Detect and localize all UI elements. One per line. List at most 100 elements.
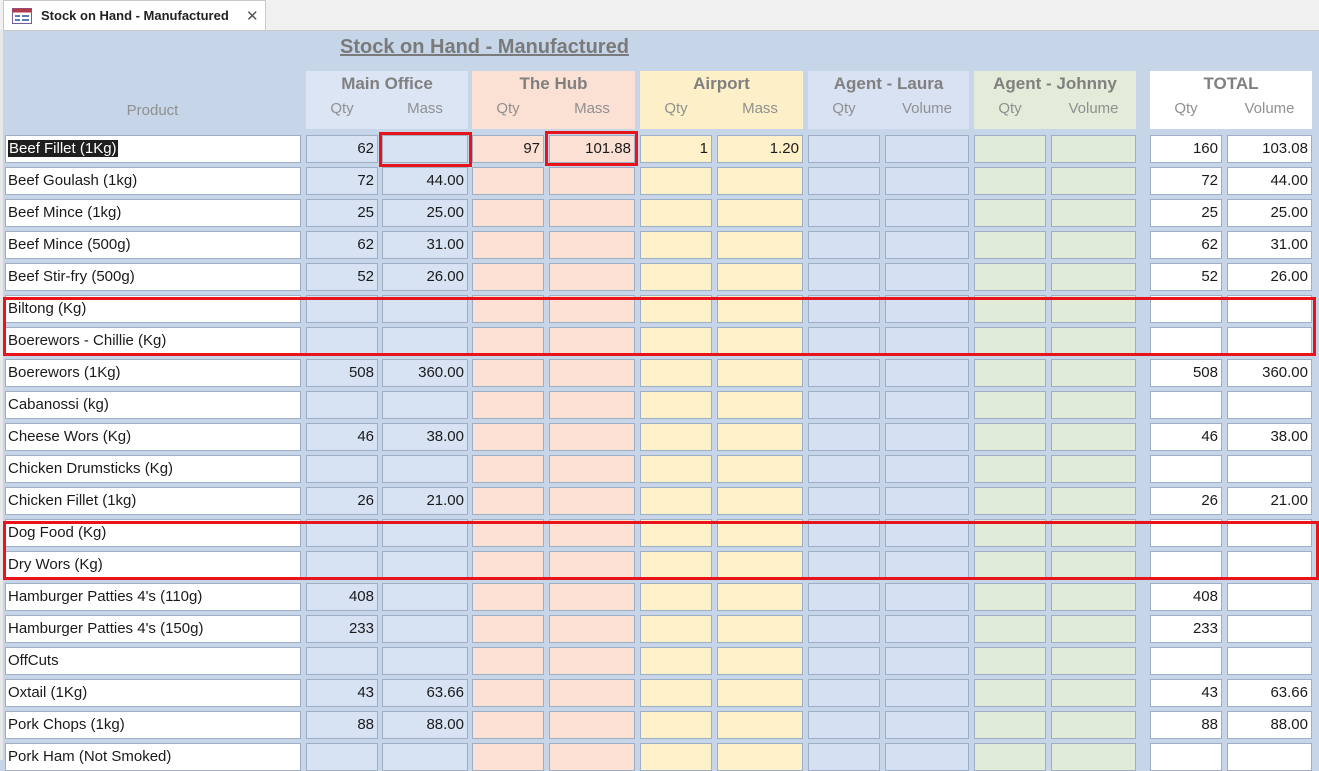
the-hub-mass-field[interactable] — [549, 743, 635, 771]
agent-laura-qty-field[interactable] — [808, 455, 880, 483]
airport-mass-field[interactable]: 1.20 — [717, 135, 803, 163]
airport-qty-field[interactable] — [640, 199, 712, 227]
the-hub-mass-field[interactable]: 101.88 — [549, 135, 635, 163]
agent-johnny-volume-field[interactable] — [1051, 743, 1136, 771]
agent-johnny-qty-field[interactable] — [974, 423, 1046, 451]
main-office-qty-field[interactable]: 43 — [306, 679, 378, 707]
total-volume-field[interactable]: 44.00 — [1227, 167, 1312, 195]
main-office-qty-field[interactable]: 62 — [306, 231, 378, 259]
agent-laura-qty-field[interactable] — [808, 391, 880, 419]
main-office-qty-field[interactable] — [306, 327, 378, 355]
product-name-field[interactable]: Pork Ham (Not Smoked) — [5, 743, 301, 771]
total-volume-field[interactable] — [1227, 551, 1312, 579]
the-hub-qty-field[interactable] — [472, 359, 544, 387]
the-hub-qty-field[interactable] — [472, 615, 544, 643]
agent-johnny-volume-field[interactable] — [1051, 199, 1136, 227]
airport-qty-field[interactable] — [640, 615, 712, 643]
airport-mass-field[interactable] — [717, 487, 803, 515]
total-volume-field[interactable]: 360.00 — [1227, 359, 1312, 387]
the-hub-mass-field[interactable] — [549, 359, 635, 387]
agent-laura-qty-field[interactable] — [808, 519, 880, 547]
agent-laura-qty-field[interactable] — [808, 263, 880, 291]
agent-laura-volume-field[interactable] — [885, 135, 969, 163]
main-office-mass-field[interactable] — [382, 551, 468, 579]
total-qty-field[interactable]: 408 — [1150, 583, 1222, 611]
agent-laura-volume-field[interactable] — [885, 679, 969, 707]
main-office-mass-field[interactable]: 21.00 — [382, 487, 468, 515]
the-hub-mass-field[interactable] — [549, 551, 635, 579]
agent-johnny-volume-field[interactable] — [1051, 615, 1136, 643]
agent-johnny-qty-field[interactable] — [974, 167, 1046, 195]
agent-johnny-qty-field[interactable] — [974, 519, 1046, 547]
agent-johnny-qty-field[interactable] — [974, 455, 1046, 483]
the-hub-qty-field[interactable] — [472, 167, 544, 195]
total-qty-field[interactable] — [1150, 743, 1222, 771]
main-office-mass-field[interactable]: 44.00 — [382, 167, 468, 195]
agent-johnny-qty-field[interactable] — [974, 359, 1046, 387]
close-icon[interactable]: ✕ — [246, 7, 259, 25]
agent-laura-qty-field[interactable] — [808, 359, 880, 387]
main-office-qty-field[interactable] — [306, 647, 378, 675]
total-volume-field[interactable] — [1227, 615, 1312, 643]
agent-johnny-volume-field[interactable] — [1051, 135, 1136, 163]
main-office-mass-field[interactable]: 360.00 — [382, 359, 468, 387]
airport-mass-field[interactable] — [717, 423, 803, 451]
agent-johnny-volume-field[interactable] — [1051, 583, 1136, 611]
the-hub-qty-field[interactable] — [472, 551, 544, 579]
product-name-field[interactable]: Hamburger Patties 4's (150g) — [5, 615, 301, 643]
agent-laura-volume-field[interactable] — [885, 391, 969, 419]
agent-johnny-qty-field[interactable] — [974, 743, 1046, 771]
agent-laura-qty-field[interactable] — [808, 743, 880, 771]
total-qty-field[interactable] — [1150, 551, 1222, 579]
agent-laura-volume-field[interactable] — [885, 295, 969, 323]
the-hub-qty-field[interactable] — [472, 583, 544, 611]
main-office-qty-field[interactable] — [306, 519, 378, 547]
airport-qty-field[interactable] — [640, 167, 712, 195]
airport-mass-field[interactable] — [717, 615, 803, 643]
product-name-field[interactable]: Boerewors - Chillie (Kg) — [5, 327, 301, 355]
the-hub-qty-field[interactable] — [472, 295, 544, 323]
total-volume-field[interactable] — [1227, 647, 1312, 675]
main-office-qty-field[interactable] — [306, 743, 378, 771]
agent-johnny-volume-field[interactable] — [1051, 263, 1136, 291]
airport-qty-field[interactable] — [640, 551, 712, 579]
total-qty-field[interactable]: 43 — [1150, 679, 1222, 707]
airport-mass-field[interactable] — [717, 263, 803, 291]
agent-johnny-volume-field[interactable] — [1051, 327, 1136, 355]
agent-johnny-qty-field[interactable] — [974, 615, 1046, 643]
agent-laura-qty-field[interactable] — [808, 583, 880, 611]
product-name-field[interactable]: Cheese Wors (Kg) — [5, 423, 301, 451]
the-hub-mass-field[interactable] — [549, 711, 635, 739]
airport-qty-field[interactable] — [640, 423, 712, 451]
total-volume-field[interactable] — [1227, 327, 1312, 355]
agent-johnny-qty-field[interactable] — [974, 231, 1046, 259]
product-name-field[interactable]: Beef Goulash (1kg) — [5, 167, 301, 195]
total-qty-field[interactable]: 88 — [1150, 711, 1222, 739]
airport-qty-field[interactable] — [640, 263, 712, 291]
airport-qty-field[interactable] — [640, 743, 712, 771]
airport-mass-field[interactable] — [717, 167, 803, 195]
agent-johnny-volume-field[interactable] — [1051, 455, 1136, 483]
agent-laura-qty-field[interactable] — [808, 135, 880, 163]
total-volume-field[interactable]: 38.00 — [1227, 423, 1312, 451]
product-name-field[interactable]: Cabanossi (kg) — [5, 391, 301, 419]
agent-johnny-volume-field[interactable] — [1051, 359, 1136, 387]
the-hub-qty-field[interactable] — [472, 231, 544, 259]
main-office-mass-field[interactable]: 38.00 — [382, 423, 468, 451]
the-hub-mass-field[interactable] — [549, 519, 635, 547]
agent-johnny-volume-field[interactable] — [1051, 519, 1136, 547]
main-office-qty-field[interactable]: 52 — [306, 263, 378, 291]
the-hub-qty-field[interactable] — [472, 455, 544, 483]
total-volume-field[interactable]: 26.00 — [1227, 263, 1312, 291]
agent-laura-volume-field[interactable] — [885, 647, 969, 675]
airport-mass-field[interactable] — [717, 327, 803, 355]
agent-johnny-qty-field[interactable] — [974, 487, 1046, 515]
agent-johnny-qty-field[interactable] — [974, 711, 1046, 739]
total-qty-field[interactable]: 25 — [1150, 199, 1222, 227]
agent-laura-volume-field[interactable] — [885, 327, 969, 355]
agent-johnny-qty-field[interactable] — [974, 327, 1046, 355]
total-volume-field[interactable]: 21.00 — [1227, 487, 1312, 515]
agent-johnny-qty-field[interactable] — [974, 199, 1046, 227]
agent-laura-volume-field[interactable] — [885, 359, 969, 387]
agent-laura-qty-field[interactable] — [808, 327, 880, 355]
